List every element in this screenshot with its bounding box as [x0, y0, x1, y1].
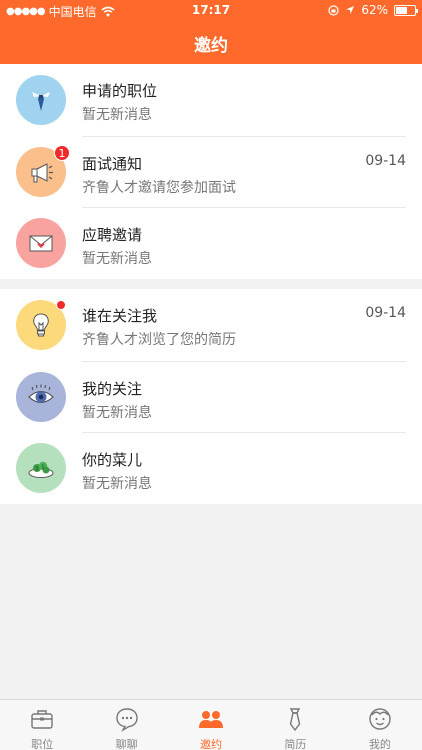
briefcase-icon [31, 710, 53, 729]
eye-icon [16, 371, 66, 422]
tab-label: 职位 [31, 738, 54, 750]
page-title: 邀约 [194, 35, 228, 56]
tab-jobs[interactable]: 职位 [0, 700, 84, 750]
list-item-title: 我的关注 [82, 379, 143, 398]
list-item-title: 应聘邀请 [82, 226, 143, 244]
list-item-title: 面试通知 [82, 154, 143, 173]
unread-dot [56, 300, 66, 310]
list-item-subtitle: 暂无新消息 [82, 476, 152, 492]
list-item-subtitle: 暂无新消息 [82, 107, 152, 123]
battery-percent: 62% [361, 3, 388, 17]
list-item-your-dish[interactable]: 你的菜儿 暂无新消息 [0, 432, 422, 504]
tab-label: 简历 [284, 738, 307, 750]
list-item-date: 09-14 [365, 305, 406, 321]
list-item-content: 申请的职位 暂无新消息 [82, 64, 406, 136]
message-group-invitations: 申请的职位 暂无新消息 1 面试通知 齐鲁人才邀请您参加面试 09-14 应聘邀… [0, 64, 422, 279]
list-item-title: 你的菜儿 [82, 451, 143, 469]
battery-fill [396, 6, 408, 14]
list-item-applied-positions[interactable]: 申请的职位 暂无新消息 [0, 64, 422, 136]
list-item-content: 谁在关注我 齐鲁人才浏览了您的简历 09-14 [82, 289, 406, 361]
list-item-who-follows-me[interactable]: 谁在关注我 齐鲁人才浏览了您的简历 09-14 [0, 289, 422, 361]
tab-bar: 职位 聊聊 邀约 简历 我的 [0, 699, 422, 750]
list-item-content: 应聘邀请 暂无新消息 [82, 207, 406, 279]
location-arrow-icon [346, 6, 355, 14]
tab-invitations[interactable]: 邀约 [169, 700, 253, 750]
list-item-title: 申请的职位 [82, 82, 158, 100]
status-right: 62% [328, 3, 418, 17]
list-item-interview-notice[interactable]: 1 面试通知 齐鲁人才邀请您参加面试 09-14 [0, 135, 422, 208]
list-item-date: 09-14 [365, 152, 406, 169]
list-item-subtitle: 暂无新消息 [82, 251, 152, 267]
tie-icon [290, 708, 301, 732]
list-item-content: 我的关注 暂无新消息 [82, 360, 406, 433]
list-item-my-follows[interactable]: 我的关注 暂无新消息 [0, 360, 422, 433]
unread-count-badge: 1 [54, 144, 70, 161]
battery-icon [394, 4, 418, 16]
lightbulb-icon [16, 300, 66, 350]
vegetable-plate-icon [16, 443, 66, 493]
message-group-social: 谁在关注我 齐鲁人才浏览了您的简历 09-14 我的关注 暂无新消息 你的菜儿 … [0, 289, 422, 504]
megaphone-icon: 1 [16, 144, 70, 197]
tie-icon [16, 75, 66, 125]
list-item-subtitle: 齐鲁人才浏览了您的简历 [82, 332, 236, 348]
status-bar: ●●●●● 中国电信 17:17 62% [0, 0, 422, 22]
list-item-subtitle: 暂无新消息 [82, 404, 152, 421]
nav-bar: 邀约 [0, 22, 422, 64]
tab-chat[interactable]: 聊聊 [84, 700, 168, 750]
tab-label: 聊聊 [115, 738, 138, 750]
tab-resume[interactable]: 简历 [253, 700, 337, 750]
list-item-subtitle: 齐鲁人才邀请您参加面试 [82, 179, 236, 196]
tab-label: 我的 [368, 738, 391, 750]
list-item-job-invitation[interactable]: 应聘邀请 暂无新消息 [0, 207, 422, 279]
tab-mine[interactable]: 我的 [338, 700, 422, 750]
list-item-content: 面试通知 齐鲁人才邀请您参加面试 09-14 [82, 135, 406, 208]
people-icon [199, 711, 224, 728]
envelope-icon [16, 218, 66, 268]
list-item-title: 谁在关注我 [82, 307, 158, 325]
list-item-content: 你的菜儿 暂无新消息 [82, 432, 406, 504]
face-icon [369, 708, 391, 730]
orientation-lock-icon [328, 4, 339, 16]
chat-bubble-icon [115, 708, 138, 732]
tab-label: 邀约 [200, 738, 223, 750]
